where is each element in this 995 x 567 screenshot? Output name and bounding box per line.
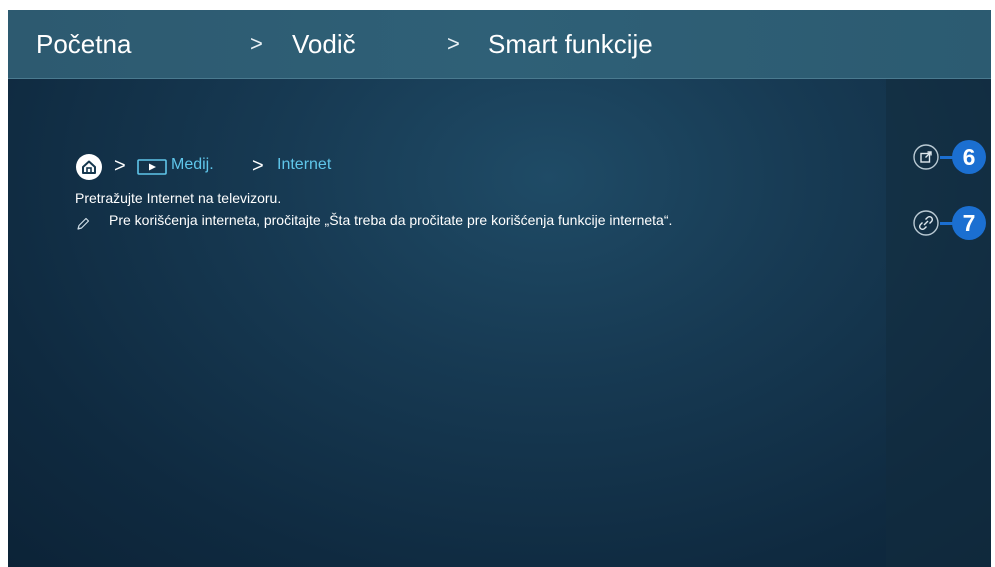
breadcrumb: Početna > Vodič > Smart funkcije [8,10,991,79]
link-icon[interactable] [913,210,939,236]
chevron-right-icon: > [250,31,263,56]
tv-guide-screen: Početna > Vodič > Smart funkcije > Medij… [8,10,991,567]
pencil-icon [75,216,91,232]
path-item-medij[interactable]: Medij. [171,155,214,175]
media-icon [137,159,167,175]
callout-badge-6: 6 [952,140,986,174]
breadcrumb-item-smart-funkcije[interactable]: Smart funkcije [488,28,653,60]
path-item-internet[interactable]: Internet [277,155,331,175]
note-text: Pre korišćenja interneta, pročitajte „Št… [109,212,673,228]
chevron-right-icon: > [252,155,264,177]
content-area: > Medij. > Internet Pretražujte Internet… [8,79,886,567]
breadcrumb-item-vodic[interactable]: Vodič [292,28,356,60]
home-icon [76,154,102,180]
chevron-right-icon: > [114,155,126,177]
callout-badge-7: 7 [952,206,986,240]
description-text: Pretražujte Internet na televizoru. [75,190,282,206]
open-external-icon[interactable] [913,144,939,170]
breadcrumb-item-pocetna[interactable]: Početna [36,28,131,60]
chevron-right-icon: > [447,31,460,56]
